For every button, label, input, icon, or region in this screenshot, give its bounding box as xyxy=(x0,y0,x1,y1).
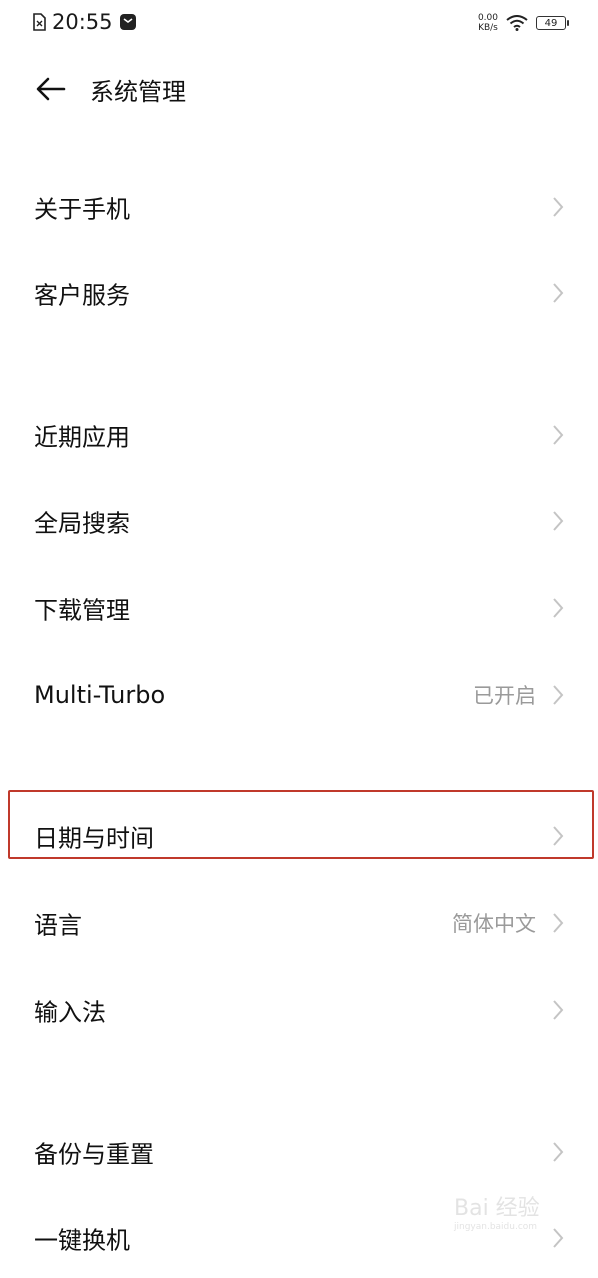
app-header: 系统管理 xyxy=(0,60,598,118)
settings-item-date-time[interactable]: 日期与时间 xyxy=(0,796,598,876)
chevron-right-icon xyxy=(553,425,564,445)
settings-item-download-manager[interactable]: 下载管理 xyxy=(0,568,598,648)
settings-item-value: 已开启 xyxy=(473,684,536,708)
wifi-icon xyxy=(506,15,528,31)
net-speed-value: 0.00 xyxy=(477,13,498,23)
sim-icon xyxy=(33,13,46,31)
settings-item-label: 备份与重置 xyxy=(34,1140,154,1169)
settings-item-label: 关于手机 xyxy=(34,195,130,224)
chevron-right-icon xyxy=(553,913,564,933)
notification-icon xyxy=(119,14,136,30)
status-right: 0.00 KB/s 49 xyxy=(478,13,569,33)
settings-item-label: 全局搜索 xyxy=(34,509,130,538)
status-left: 20:55 xyxy=(32,10,137,34)
settings-item-label: 客户服务 xyxy=(34,281,130,310)
watermark-text: Bai 经验 xyxy=(454,1196,540,1221)
net-speed-unit: KB/s xyxy=(478,23,498,33)
chevron-right-icon xyxy=(553,283,564,303)
settings-item-multi-turbo[interactable]: Multi-Turbo 已开启 xyxy=(0,655,598,735)
watermark: Bai 经验 jingyan.baidu.com xyxy=(454,1190,574,1234)
settings-item-label: 下载管理 xyxy=(34,596,130,625)
settings-item-label: 语言 xyxy=(34,911,82,940)
chevron-right-icon xyxy=(553,826,564,846)
chevron-right-icon xyxy=(553,1142,564,1162)
status-time: 20:55 xyxy=(52,10,113,34)
chevron-right-icon xyxy=(553,685,564,705)
chevron-right-icon xyxy=(553,511,564,531)
chevron-right-icon xyxy=(553,598,564,618)
net-speed: 0.00 KB/s xyxy=(478,13,498,33)
settings-item-input-method[interactable]: 输入法 xyxy=(0,970,598,1050)
settings-item-customer-service[interactable]: 客户服务 xyxy=(0,253,598,333)
settings-item-global-search[interactable]: 全局搜索 xyxy=(0,481,598,561)
chevron-right-icon xyxy=(553,197,564,217)
status-bar: 20:55 0.00 KB/s 49 xyxy=(0,0,598,46)
settings-item-backup-reset[interactable]: 备份与重置 xyxy=(0,1112,598,1192)
settings-item-language[interactable]: 语言 简体中文 xyxy=(0,883,598,963)
back-arrow-icon xyxy=(36,77,66,101)
settings-item-label: 日期与时间 xyxy=(34,824,154,853)
settings-item-label: 输入法 xyxy=(34,998,106,1027)
chevron-right-icon xyxy=(553,1000,564,1020)
settings-item-label: 一键换机 xyxy=(34,1226,130,1255)
back-button[interactable] xyxy=(34,72,74,106)
battery-level: 49 xyxy=(544,17,558,29)
page-title: 系统管理 xyxy=(90,78,186,106)
settings-item-value: 简体中文 xyxy=(452,912,536,936)
watermark-url: jingyan.baidu.com xyxy=(454,1222,538,1232)
settings-item-label: 近期应用 xyxy=(34,423,130,452)
settings-item-about-phone[interactable]: 关于手机 xyxy=(0,167,598,247)
settings-item-label: Multi-Turbo xyxy=(34,681,166,709)
battery-icon: 49 xyxy=(536,16,569,30)
settings-item-recent-apps[interactable]: 近期应用 xyxy=(0,395,598,475)
